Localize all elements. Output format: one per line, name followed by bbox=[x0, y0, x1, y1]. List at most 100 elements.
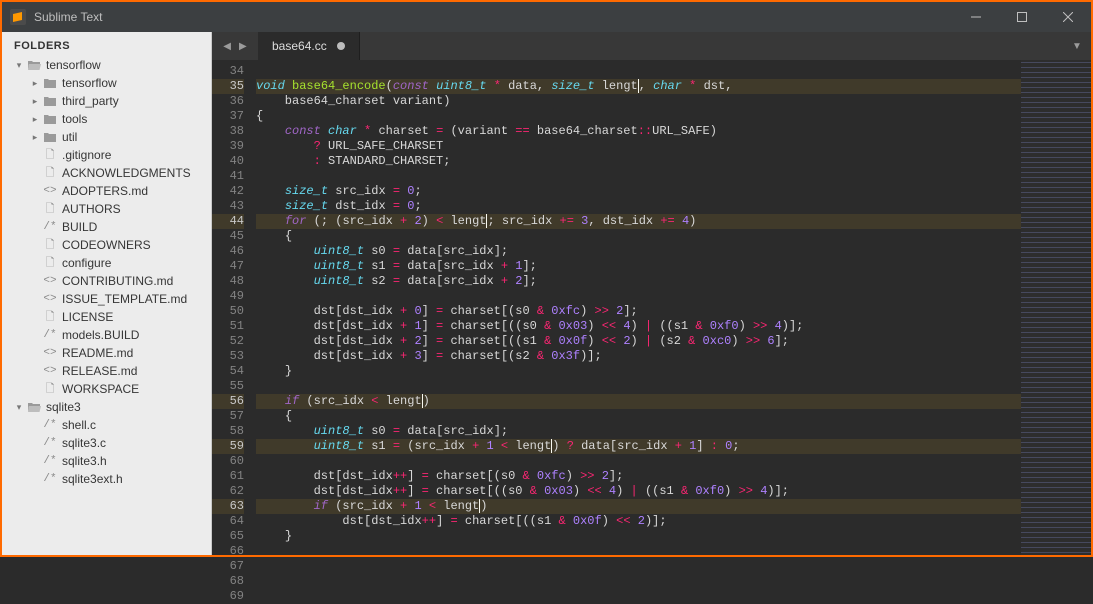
nav-back-icon[interactable]: ◀ bbox=[223, 41, 231, 52]
minimize-button[interactable] bbox=[953, 2, 999, 32]
disclosure-arrow-icon[interactable] bbox=[30, 132, 40, 142]
tree-item-label: sqlite3.c bbox=[62, 436, 106, 450]
folder-sidebar[interactable]: FOLDERS tensorflowtensorflowthird_partyt… bbox=[2, 32, 212, 555]
file-icon: 🗋 bbox=[42, 310, 58, 324]
tree-item-label: CONTRIBUTING.md bbox=[62, 274, 173, 288]
tab-history-nav[interactable]: ◀ ▶ bbox=[212, 32, 258, 60]
tree-item[interactable]: /* sqlite3.h bbox=[2, 452, 211, 470]
folder-icon bbox=[42, 112, 58, 126]
script-icon: /* bbox=[42, 436, 58, 450]
disclosure-arrow-icon bbox=[30, 312, 40, 322]
tree-item-label: third_party bbox=[62, 94, 119, 108]
tree-item-label: README.md bbox=[62, 346, 133, 360]
tree-item-label: AUTHORS bbox=[62, 202, 121, 216]
minimap[interactable] bbox=[1021, 60, 1091, 555]
tab-label: base64.cc bbox=[272, 39, 327, 53]
disclosure-arrow-icon[interactable] bbox=[30, 114, 40, 124]
file-icon: 🗋 bbox=[42, 256, 58, 270]
tree-item[interactable]: <>ADOPTERS.md bbox=[2, 182, 211, 200]
folder-icon bbox=[42, 130, 58, 144]
nav-forward-icon[interactable]: ▶ bbox=[239, 41, 247, 52]
tree-item[interactable]: <>ISSUE_TEMPLATE.md bbox=[2, 290, 211, 308]
tree-item[interactable]: util bbox=[2, 128, 211, 146]
tree-item[interactable]: <> CONTRIBUTING.md bbox=[2, 272, 211, 290]
file-icon: 🗋 bbox=[42, 148, 58, 162]
disclosure-arrow-icon bbox=[30, 204, 40, 214]
tree-item[interactable]: tools bbox=[2, 110, 211, 128]
tree-item-label: RELEASE.md bbox=[62, 364, 137, 378]
tree-item-label: configure bbox=[62, 256, 111, 270]
tree-item-label: sqlite3 bbox=[46, 400, 81, 414]
disclosure-arrow-icon bbox=[30, 348, 40, 358]
disclosure-arrow-icon bbox=[30, 186, 40, 196]
line-number-gutter[interactable]: 3435363738394041424344454647484950515253… bbox=[212, 60, 250, 555]
tree-item[interactable]: tensorflow bbox=[2, 56, 211, 74]
app-icon bbox=[10, 9, 26, 25]
tree-item-label: BUILD bbox=[62, 220, 97, 234]
tree-item[interactable]: /* sqlite3.c bbox=[2, 434, 211, 452]
tree-item-label: models.BUILD bbox=[62, 328, 139, 342]
disclosure-arrow-icon bbox=[30, 420, 40, 430]
tree-item[interactable]: sqlite3 bbox=[2, 398, 211, 416]
tab-dirty-indicator-icon bbox=[337, 42, 345, 50]
tab-overflow-icon[interactable]: ▼ bbox=[1063, 32, 1091, 60]
tree-item-label: tensorflow bbox=[46, 58, 101, 72]
disclosure-arrow-icon bbox=[30, 240, 40, 250]
file-icon: 🗋 bbox=[42, 238, 58, 252]
sidebar-heading: FOLDERS bbox=[2, 32, 211, 56]
tree-item-label: util bbox=[62, 130, 77, 144]
disclosure-arrow-icon bbox=[30, 474, 40, 484]
disclosure-arrow-icon bbox=[30, 258, 40, 268]
tree-item-label: sqlite3.h bbox=[62, 454, 107, 468]
tree-item[interactable]: 🗋WORKSPACE bbox=[2, 380, 211, 398]
tab-base64[interactable]: base64.cc bbox=[258, 32, 360, 60]
disclosure-arrow-icon bbox=[30, 168, 40, 178]
script-icon: /* bbox=[42, 472, 58, 486]
file-icon: 🗋 bbox=[42, 382, 58, 396]
md-icon: <> bbox=[42, 274, 58, 288]
tree-item-label: tensorflow bbox=[62, 76, 117, 90]
tree-item-label: LICENSE bbox=[62, 310, 113, 324]
tree-item[interactable]: third_party bbox=[2, 92, 211, 110]
tree-item[interactable]: <> README.md bbox=[2, 344, 211, 362]
tree-item[interactable]: /*shell.c bbox=[2, 416, 211, 434]
tree-item[interactable]: /* models.BUILD bbox=[2, 326, 211, 344]
title-bar[interactable]: Sublime Text bbox=[2, 2, 1091, 32]
tab-bar[interactable]: ◀ ▶ base64.cc ▼ bbox=[212, 32, 1091, 60]
tree-item[interactable]: <>RELEASE.md bbox=[2, 362, 211, 380]
tree-item[interactable]: /*BUILD bbox=[2, 218, 211, 236]
folder-icon bbox=[42, 94, 58, 108]
folder-icon bbox=[42, 76, 58, 90]
tree-item[interactable]: 🗋 configure bbox=[2, 254, 211, 272]
disclosure-arrow-icon[interactable] bbox=[30, 96, 40, 106]
folder-open-icon bbox=[26, 58, 42, 72]
tree-item-label: .gitignore bbox=[62, 148, 111, 162]
tree-item[interactable]: tensorflow bbox=[2, 74, 211, 92]
maximize-button[interactable] bbox=[999, 2, 1045, 32]
disclosure-arrow-icon[interactable] bbox=[14, 60, 24, 70]
tree-item-label: ACKNOWLEDGMENTS bbox=[62, 166, 191, 180]
disclosure-arrow-icon bbox=[30, 366, 40, 376]
tree-item-label: tools bbox=[62, 112, 87, 126]
tree-item[interactable]: 🗋 .gitignore bbox=[2, 146, 211, 164]
tree-item[interactable]: /* sqlite3ext.h bbox=[2, 470, 211, 488]
close-button[interactable] bbox=[1045, 2, 1091, 32]
disclosure-arrow-icon[interactable] bbox=[30, 78, 40, 88]
md-icon: <> bbox=[42, 346, 58, 360]
disclosure-arrow-icon bbox=[30, 384, 40, 394]
file-tree[interactable]: tensorflow tensorflow third_partytools util… bbox=[2, 56, 211, 555]
disclosure-arrow-icon[interactable] bbox=[14, 402, 24, 412]
tree-item[interactable]: 🗋AUTHORS bbox=[2, 200, 211, 218]
tree-item-label: sqlite3ext.h bbox=[62, 472, 123, 486]
script-icon: /* bbox=[42, 454, 58, 468]
tree-item[interactable]: 🗋 LICENSE bbox=[2, 308, 211, 326]
disclosure-arrow-icon bbox=[30, 222, 40, 232]
tree-item[interactable]: 🗋ACKNOWLEDGMENTS bbox=[2, 164, 211, 182]
tree-item[interactable]: 🗋CODEOWNERS bbox=[2, 236, 211, 254]
md-icon: <> bbox=[42, 292, 58, 306]
editor-area: ◀ ▶ base64.cc ▼ 343536373839404142434445… bbox=[212, 32, 1091, 555]
code-editor[interactable]: void base64_encode(const uint8_t * data,… bbox=[250, 60, 1021, 555]
disclosure-arrow-icon bbox=[30, 294, 40, 304]
md-icon: <> bbox=[42, 184, 58, 198]
script-icon: /* bbox=[42, 328, 58, 342]
